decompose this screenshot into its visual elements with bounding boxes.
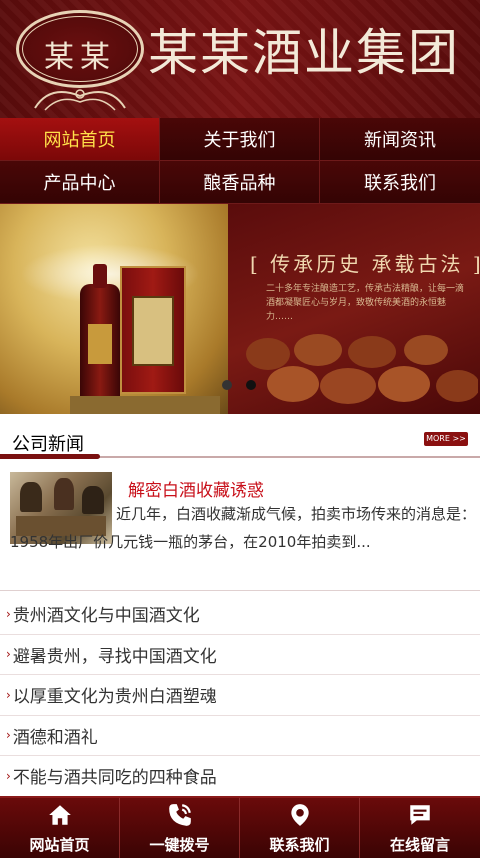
- news-item-title: 以厚重文化为贵州白酒塑魂: [12, 687, 217, 708]
- bottom-toolbar: 网站首页 一键拨号 联系我们 在线留言: [0, 796, 480, 858]
- featured-divider: [0, 590, 480, 591]
- message-icon: [410, 804, 430, 825]
- carousel-dot-1[interactable]: [222, 380, 232, 390]
- nav-item-varieties[interactable]: 酿香品种: [160, 161, 320, 204]
- dragon-ornament-icon: [34, 89, 126, 111]
- bottom-call-label: 一键拨号: [149, 835, 210, 854]
- bottom-message-button[interactable]: 在线留言: [360, 798, 480, 858]
- carousel-dots: [222, 380, 256, 390]
- main-nav: 网站首页 关于我们 新闻资讯 产品中心 酿香品种 联系我们: [0, 118, 480, 204]
- news-item-title: 贵州酒文化与中国酒文化: [12, 606, 200, 627]
- location-icon: [290, 803, 309, 826]
- site-header: 某某 某某酒业集团: [0, 0, 480, 118]
- chevron-right-icon: ›: [6, 647, 11, 662]
- list-item[interactable]: › 酒德和酒礼: [0, 716, 480, 756]
- news-item-title: 酒德和酒礼: [12, 727, 98, 748]
- hero-banner[interactable]: [ 传承历史 承载古法 ] 二十多年专注酿造工艺，传承古法精酿，让每一滴酒都凝聚…: [0, 204, 480, 414]
- company-news-header: 公司新闻 MORE >>: [0, 426, 480, 462]
- featured-news[interactable]: 解密白酒收藏诱惑 近几年，白酒收藏渐成气候，拍卖市场传来的消息是：1958年出厂…: [0, 468, 480, 591]
- brand-name: 某某酒业集团: [148, 24, 460, 82]
- display-stand: [70, 396, 220, 414]
- banner-product-image: [0, 204, 228, 414]
- nav-item-about[interactable]: 关于我们: [160, 118, 320, 161]
- bottom-call-button[interactable]: 一键拨号: [120, 798, 240, 858]
- list-item[interactable]: › 以厚重文化为贵州白酒塑魂: [0, 675, 480, 716]
- list-item[interactable]: › 避暑贵州，寻找中国酒文化: [0, 635, 480, 675]
- news-item-title: 不能与酒共同吃的四种食品: [12, 768, 217, 789]
- featured-news-title[interactable]: 解密白酒收藏诱惑: [128, 476, 264, 501]
- gift-box-image: [120, 266, 186, 394]
- chevron-right-icon: ›: [6, 687, 11, 702]
- liquor-bottle-image: [80, 264, 120, 402]
- bottom-home-button[interactable]: 网站首页: [0, 798, 120, 858]
- chevron-right-icon: ›: [6, 768, 11, 783]
- news-list: › 贵州酒文化与中国酒文化 › 避暑贵州，寻找中国酒文化 › 以厚重文化为贵州白酒塑魂…: [0, 594, 480, 797]
- banner-text-panel: [ 传承历史 承载古法 ] 二十多年专注酿造工艺，传承古法精酿，让每一滴酒都凝聚…: [228, 204, 480, 414]
- bottom-home-label: 网站首页: [29, 835, 90, 854]
- section-divider-accent: [0, 454, 100, 459]
- chevron-right-icon: ›: [6, 606, 11, 621]
- nav-item-news[interactable]: 新闻资讯: [320, 118, 480, 161]
- bottom-contact-label: 联系我们: [269, 835, 330, 854]
- news-item-title: 避暑贵州，寻找中国酒文化: [12, 646, 217, 667]
- nav-item-products[interactable]: 产品中心: [0, 161, 160, 204]
- list-item[interactable]: › 不能与酒共同吃的四种食品: [0, 756, 480, 797]
- list-item[interactable]: › 贵州酒文化与中国酒文化: [0, 594, 480, 635]
- nav-item-contact[interactable]: 联系我们: [320, 161, 480, 204]
- bottom-message-label: 在线留言: [389, 835, 450, 854]
- logo[interactable]: 某某: [12, 6, 148, 111]
- section-title: 公司新闻: [12, 434, 84, 455]
- bottom-contact-button[interactable]: 联系我们: [240, 798, 360, 858]
- logo-seal-text: 某某: [44, 40, 116, 75]
- more-button[interactable]: MORE >>: [424, 432, 468, 446]
- wine-jars-image: [246, 334, 478, 404]
- chevron-right-icon: ›: [6, 728, 11, 743]
- nav-item-home[interactable]: 网站首页: [0, 118, 160, 161]
- banner-slogan: [ 传承历史 承载古法 ]: [250, 252, 480, 276]
- featured-news-summary: 近几年，白酒收藏渐成气候，拍卖市场传来的消息是：1958年出厂价几元钱一瓶的茅台…: [10, 505, 477, 551]
- home-icon: [48, 804, 71, 825]
- carousel-dot-2[interactable]: [246, 380, 256, 390]
- phone-icon: [168, 803, 191, 826]
